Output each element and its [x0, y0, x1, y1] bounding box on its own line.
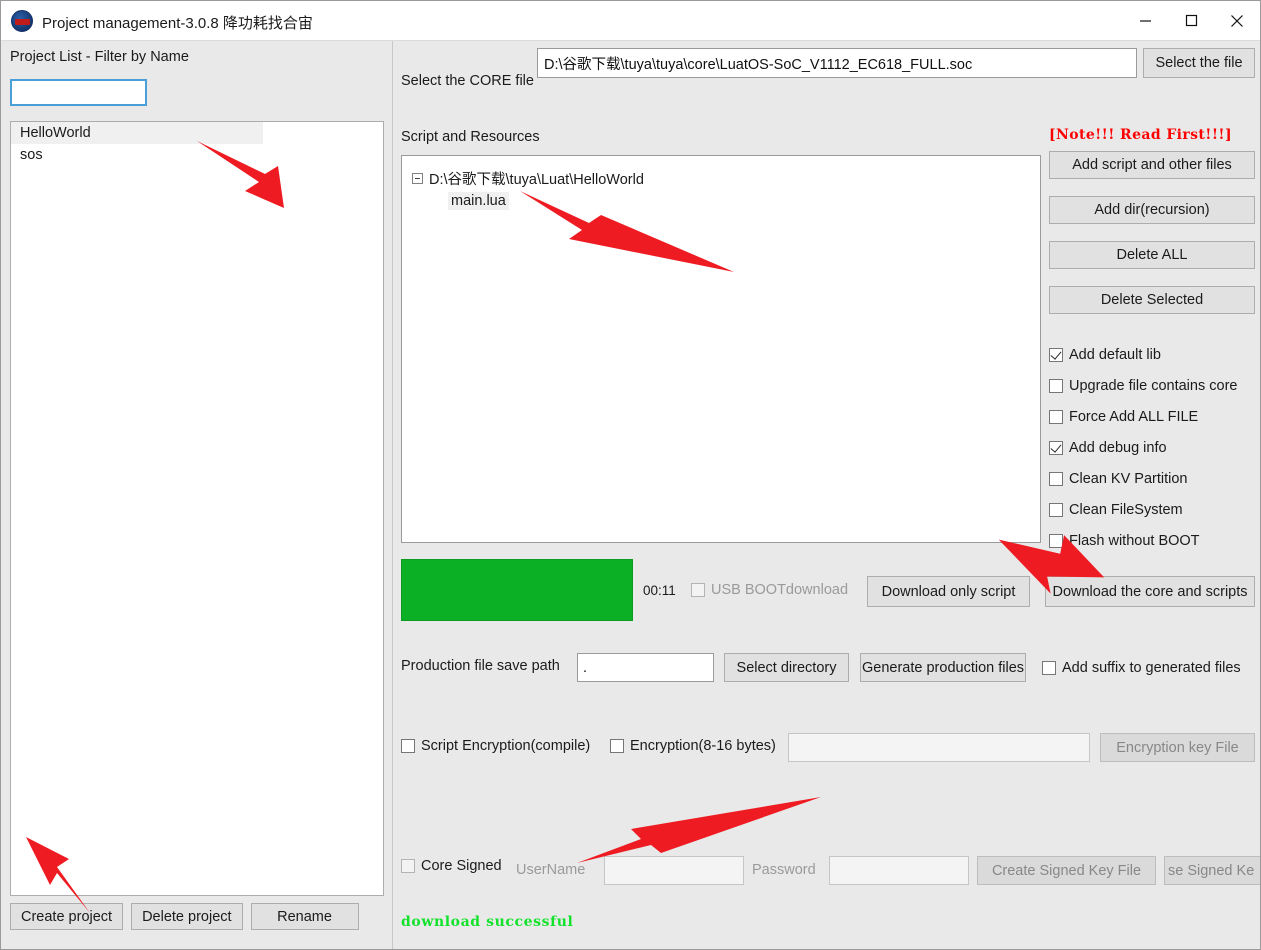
option-clean-filesystem[interactable]: Clean FileSystem [1049, 494, 1255, 525]
encryption-key-input[interactable] [788, 733, 1090, 762]
app-window: Project management-3.0.8 降功耗找合宙 Project … [0, 0, 1261, 950]
status-message: download successful [401, 914, 574, 930]
core-file-label: Select the CORE file [401, 73, 534, 89]
download-timer: 00:11 [643, 583, 676, 598]
add-dir-button[interactable]: Add dir(recursion) [1049, 196, 1255, 224]
main-panel: Select the CORE file Select the file Scr… [394, 41, 1260, 949]
option-add-debug-info[interactable]: Add debug info [1049, 432, 1255, 463]
filter-input[interactable] [10, 79, 147, 106]
create-project-button[interactable]: Create project [10, 903, 124, 930]
script-action-buttons: Add script and other files Add dir(recur… [1049, 151, 1255, 331]
script-tree-view[interactable]: D:\谷歌下载\tuya\Luat\HelloWorld main.lua [401, 155, 1041, 543]
checkbox-icon[interactable] [401, 739, 415, 753]
option-label: USB BOOTdownload [711, 582, 849, 598]
option-script-encryption[interactable]: Script Encryption(compile) [401, 738, 590, 754]
production-path-label: Production file save path [401, 658, 560, 674]
option-label: Encryption(8-16 bytes) [630, 738, 776, 754]
checkbox-icon[interactable] [1049, 440, 1063, 455]
checkbox-icon[interactable] [1049, 471, 1063, 486]
read-first-note: [Note!!! Read First!!!] [1049, 127, 1232, 143]
option-label: Core Signed [421, 858, 502, 874]
script-resources-label: Script and Resources [401, 129, 540, 145]
checkbox-icon[interactable] [1049, 378, 1063, 393]
filter-label: Project List - Filter by Name [10, 49, 189, 65]
add-script-button[interactable]: Add script and other files [1049, 151, 1255, 179]
core-file-path-input[interactable] [537, 48, 1137, 78]
option-flash-without-boot[interactable]: Flash without BOOT [1049, 525, 1255, 556]
encryption-key-file-button[interactable]: Encryption key File [1100, 733, 1255, 762]
window-title: Project management-3.0.8 降功耗找合宙 [42, 15, 313, 32]
option-label: Add suffix to generated files [1062, 660, 1241, 676]
option-label: Flash without BOOT [1069, 532, 1200, 549]
create-signed-key-file-button[interactable]: Create Signed Key File [977, 856, 1156, 885]
option-clean-kv-partition[interactable]: Clean KV Partition [1049, 463, 1255, 494]
checkbox-icon[interactable] [1049, 347, 1063, 362]
title-bar: Project management-3.0.8 降功耗找合宙 [1, 1, 1260, 41]
download-only-script-button[interactable]: Download only script [867, 576, 1030, 607]
generate-production-files-button[interactable]: Generate production files [860, 653, 1026, 682]
checkbox-icon[interactable] [401, 859, 415, 873]
option-label: Add debug info [1069, 439, 1167, 456]
download-progress-bar [401, 559, 633, 621]
checkbox-icon[interactable] [1049, 502, 1063, 517]
checkbox-icon[interactable] [1042, 661, 1056, 675]
option-add-suffix[interactable]: Add suffix to generated files [1042, 660, 1241, 676]
project-actions: Create project Delete project Rename [10, 903, 359, 930]
checkbox-icon[interactable] [691, 583, 705, 597]
checkbox-icon[interactable] [1049, 533, 1063, 548]
option-label: Script Encryption(compile) [421, 738, 591, 754]
app-logo-icon [11, 10, 33, 32]
select-core-file-button[interactable]: Select the file [1143, 48, 1255, 78]
project-list-panel: Project List - Filter by Name HelloWorld… [1, 41, 393, 949]
build-options: Add default lib Upgrade file contains co… [1049, 339, 1255, 556]
download-core-and-scripts-button[interactable]: Download the core and scripts [1045, 576, 1255, 607]
select-directory-button[interactable]: Select directory [724, 653, 849, 682]
minimize-button[interactable] [1122, 1, 1168, 40]
password-input[interactable] [829, 856, 969, 885]
list-item[interactable]: HelloWorld [11, 122, 263, 144]
tree-root-label: D:\谷歌下载\tuya\Luat\HelloWorld [429, 172, 644, 188]
collapse-icon[interactable] [412, 173, 423, 184]
checkbox-icon[interactable] [1049, 409, 1063, 424]
username-label: UserName [516, 862, 586, 878]
close-button[interactable] [1214, 1, 1260, 40]
rename-project-button[interactable]: Rename [250, 903, 359, 930]
option-byte-encryption[interactable]: Encryption(8-16 bytes) [610, 738, 776, 754]
delete-selected-button[interactable]: Delete Selected [1049, 286, 1255, 314]
tree-item-main-lua[interactable]: main.lua [448, 192, 509, 210]
production-path-input[interactable] [577, 653, 714, 682]
password-label: Password [752, 862, 816, 878]
option-usb-boot-download[interactable]: USB BOOTdownload [691, 582, 848, 598]
option-upgrade-contains-core[interactable]: Upgrade file contains core [1049, 370, 1255, 401]
option-label: Add default lib [1069, 346, 1161, 363]
checkbox-icon[interactable] [610, 739, 624, 753]
option-label: Upgrade file contains core [1069, 377, 1238, 394]
maximize-button[interactable] [1168, 1, 1214, 40]
use-signed-key-file-button[interactable]: se Signed Ke [1164, 856, 1260, 885]
delete-all-button[interactable]: Delete ALL [1049, 241, 1255, 269]
username-input[interactable] [604, 856, 744, 885]
project-list[interactable]: HelloWorld sos [10, 121, 384, 896]
option-core-signed[interactable]: Core Signed [401, 858, 502, 874]
option-add-default-lib[interactable]: Add default lib [1049, 339, 1255, 370]
option-label: Clean KV Partition [1069, 470, 1188, 487]
option-label: Clean FileSystem [1069, 501, 1183, 518]
tree-root-row[interactable]: D:\谷歌下载\tuya\Luat\HelloWorld [412, 168, 644, 189]
list-item[interactable]: sos [11, 144, 383, 166]
option-force-add-all-file[interactable]: Force Add ALL FILE [1049, 401, 1255, 432]
option-label: Force Add ALL FILE [1069, 408, 1199, 425]
delete-project-button[interactable]: Delete project [131, 903, 243, 930]
